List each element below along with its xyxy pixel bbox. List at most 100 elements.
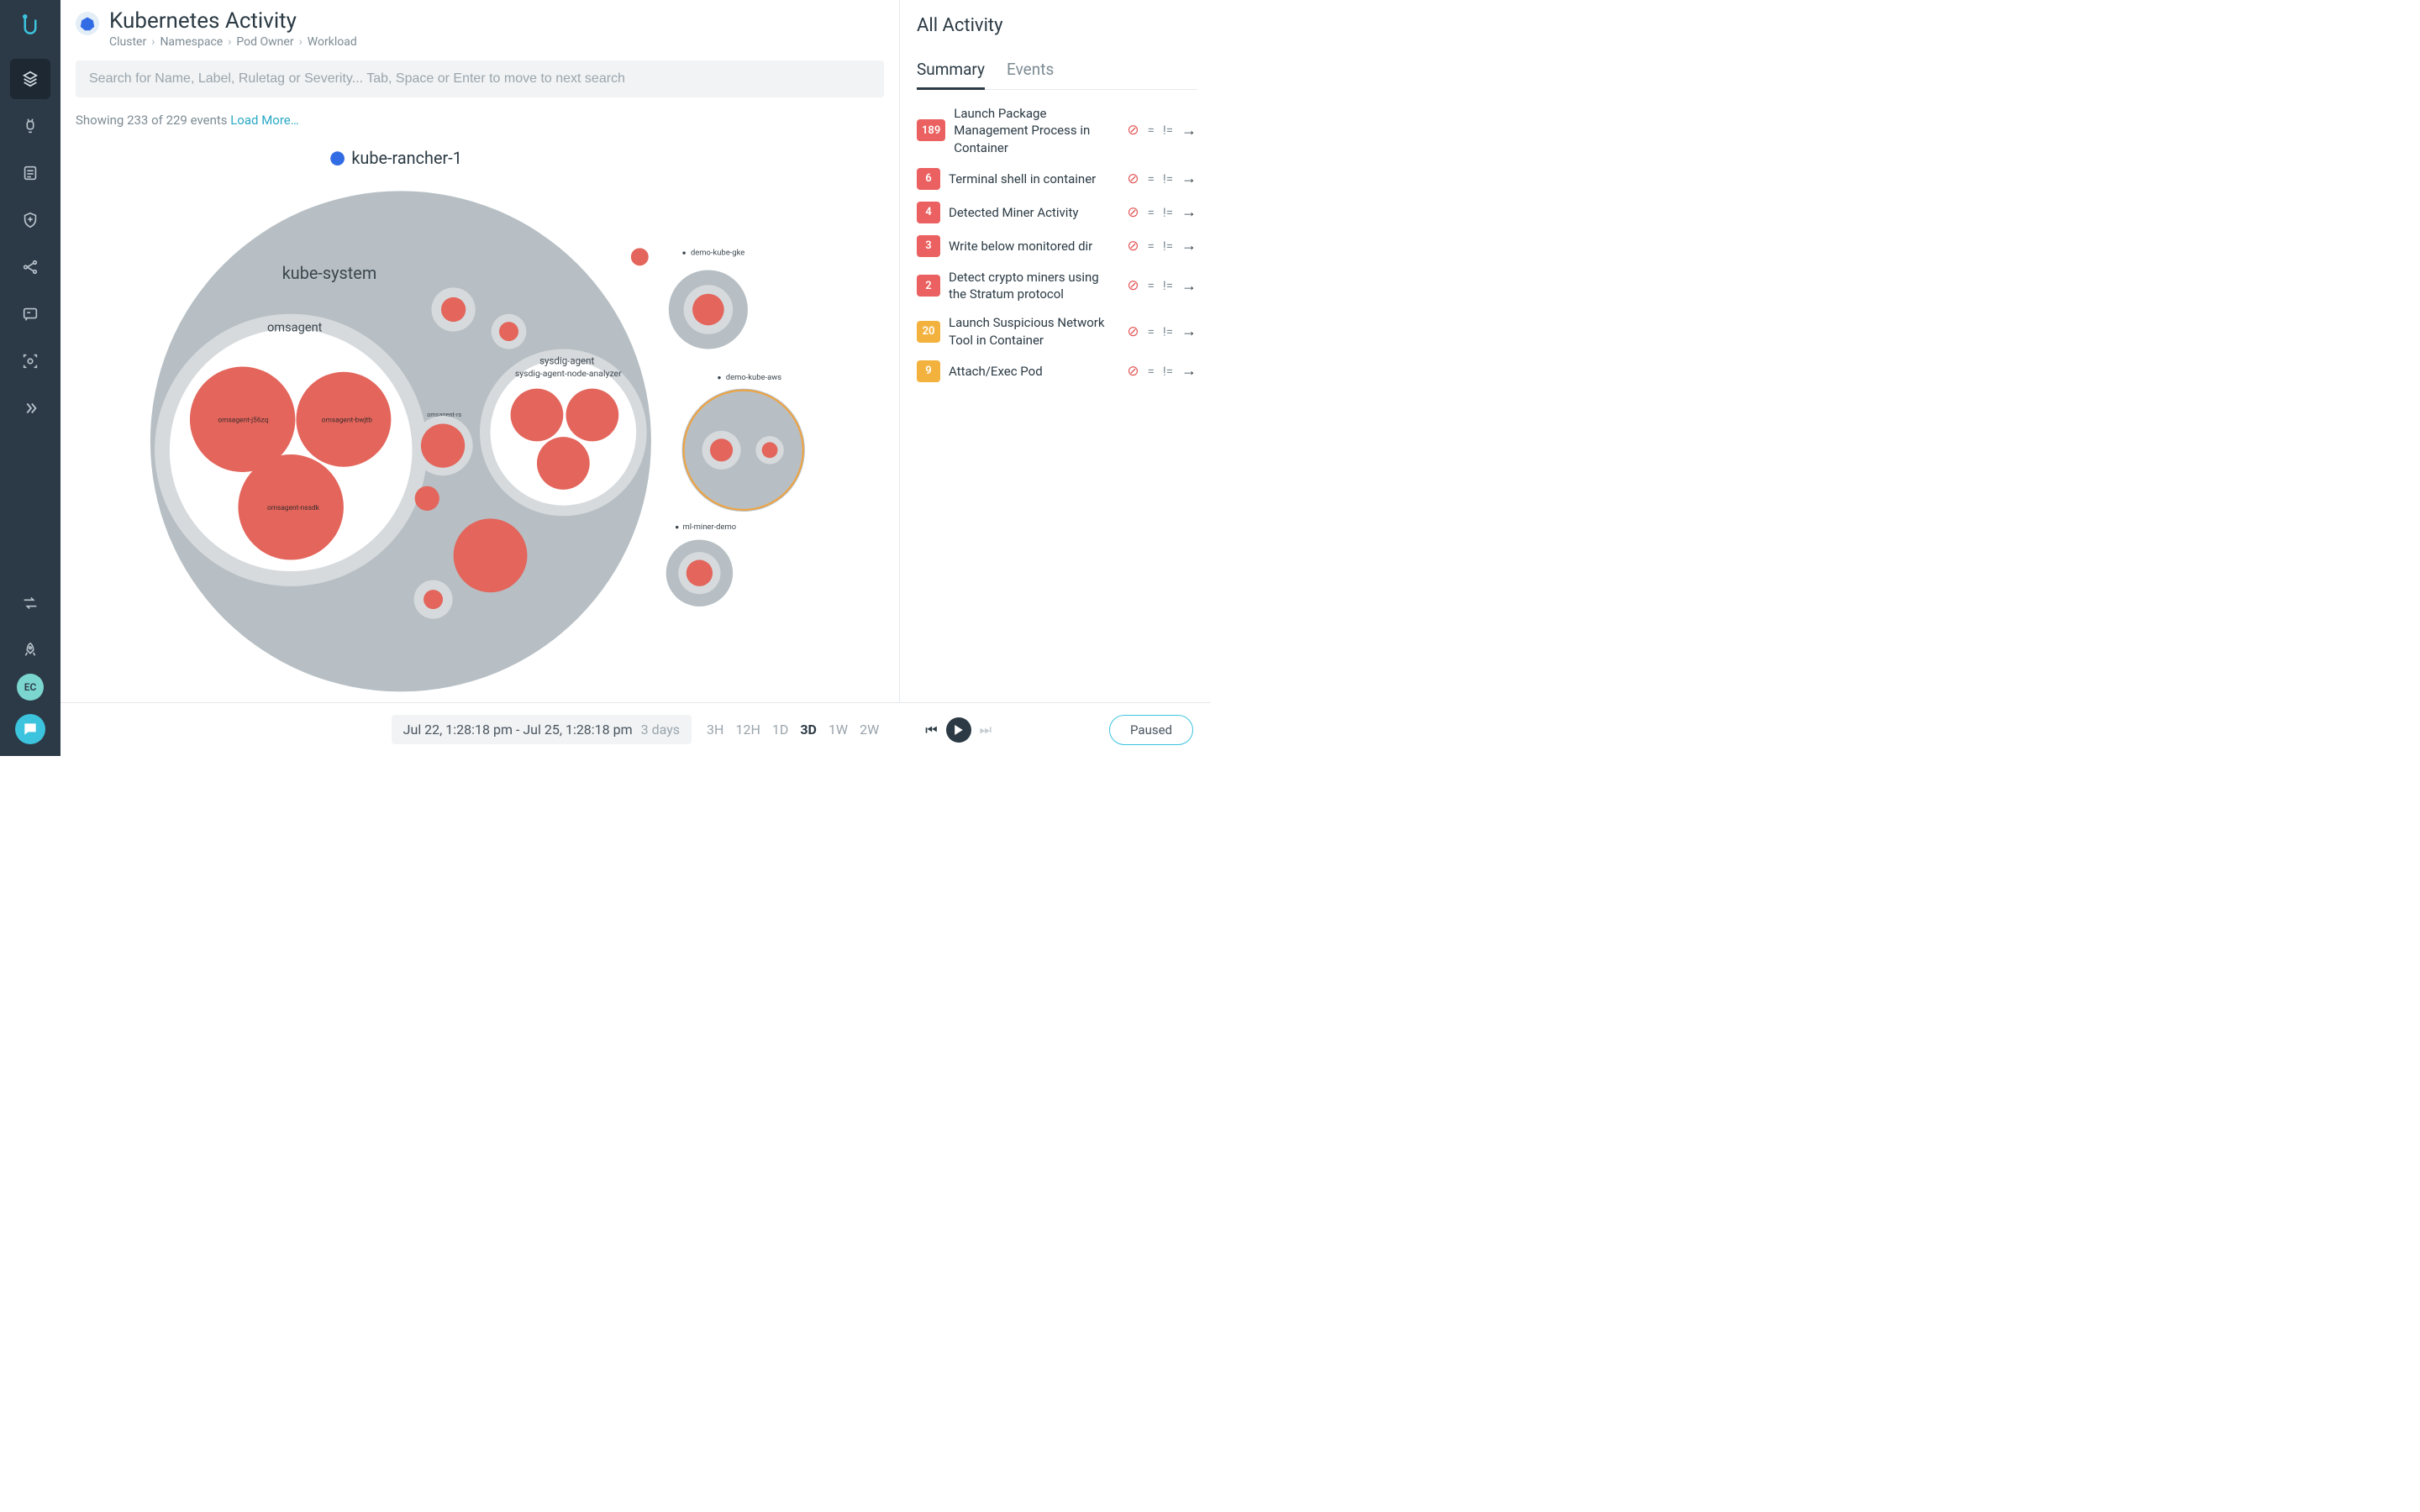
crumb-cluster[interactable]: Cluster [109, 35, 146, 49]
arrow-right-icon[interactable]: → [1181, 122, 1197, 139]
prohibit-icon[interactable]: ⊘ [1127, 323, 1139, 340]
activity-item[interactable]: 189Launch Package Management Process in … [917, 105, 1197, 156]
activity-label: Detect crypto miners using the Stratum p… [949, 269, 1118, 303]
not-equals-filter[interactable]: != [1163, 278, 1173, 293]
main-area: Kubernetes Activity Cluster › Namespace … [60, 0, 1210, 756]
equals-filter[interactable]: = [1148, 123, 1155, 138]
kubernetes-icon [76, 12, 99, 35]
activity-item[interactable]: 3Write below monitored dir⊘=!=→ [917, 235, 1197, 257]
crumb-namespace[interactable]: Namespace [160, 35, 223, 49]
viz-pod-b: omsagent-bwjtb [322, 416, 372, 424]
prohibit-icon[interactable]: ⊘ [1127, 277, 1139, 294]
range-option-3h[interactable]: 3H [707, 722, 723, 738]
prohibit-icon[interactable]: ⊘ [1127, 204, 1139, 221]
equals-filter[interactable]: = [1148, 364, 1155, 379]
arrow-right-icon[interactable]: → [1181, 170, 1197, 187]
chevron-right-icon: › [228, 35, 231, 49]
activity-label: Launch Package Management Process in Con… [954, 105, 1118, 156]
arrow-right-icon[interactable]: → [1181, 323, 1197, 340]
crumb-pod-owner[interactable]: Pod Owner [236, 35, 293, 49]
nav-policies[interactable] [10, 153, 50, 193]
search-input[interactable] [76, 60, 884, 97]
tab-events[interactable]: Events [1007, 60, 1054, 89]
nav-integrations[interactable] [10, 583, 50, 623]
arrow-right-icon[interactable]: → [1181, 277, 1197, 295]
chevron-right-icon: › [151, 35, 155, 49]
viz-demo-aws-label: demo-kube-aws [726, 373, 782, 382]
not-equals-filter[interactable]: != [1163, 123, 1173, 138]
equals-filter[interactable]: = [1148, 239, 1155, 254]
prohibit-icon[interactable]: ⊘ [1127, 171, 1139, 187]
svg-text:●: ● [675, 523, 679, 532]
viz-pod-c: omsagent-nssdk [267, 504, 320, 512]
load-more-link[interactable]: Load More… [230, 113, 299, 128]
equals-filter[interactable]: = [1148, 205, 1155, 220]
time-range-text: Jul 22, 1:28:18 pm - Jul 25, 1:28:18 pm [403, 722, 633, 738]
not-equals-filter[interactable]: != [1163, 239, 1173, 254]
breadcrumb: Cluster › Namespace › Pod Owner › Worklo… [109, 35, 357, 49]
nav-network[interactable] [10, 247, 50, 287]
center-column: Kubernetes Activity Cluster › Namespace … [60, 0, 899, 702]
nav-capture[interactable] [10, 341, 50, 381]
play-button[interactable] [946, 717, 971, 743]
nav-events[interactable] [10, 294, 50, 334]
activity-item[interactable]: 9 Attach/Exec Pod ⊘ = != → [917, 360, 1197, 382]
activity-panel: All Activity Summary Events 189Launch Pa… [899, 0, 1210, 702]
activity-item[interactable]: 2 Detect crypto miners using the Stratum … [917, 269, 1197, 303]
count-badge: 2 [917, 275, 940, 297]
page-title: Kubernetes Activity [109, 8, 357, 34]
left-sidebar: EC [0, 0, 60, 756]
count-badge: 20 [917, 321, 940, 343]
count-badge: 4 [917, 202, 940, 223]
cluster-visualization[interactable]: kube-rancher-1 kube-system omsagent omsa… [76, 128, 884, 702]
equals-filter[interactable]: = [1148, 171, 1155, 186]
viz-miner-label: ml-miner-demo [683, 522, 737, 532]
nav-insights[interactable] [10, 106, 50, 146]
arrow-right-icon[interactable]: → [1181, 203, 1197, 221]
skip-fwd-icon[interactable]: ⏭ [980, 722, 992, 738]
prohibit-icon[interactable]: ⊘ [1127, 238, 1139, 255]
panel-tabs: Summary Events [917, 60, 1197, 90]
equals-filter[interactable]: = [1148, 278, 1155, 293]
viz-kube-system-label: kube-system [282, 264, 377, 283]
equals-filter[interactable]: = [1148, 324, 1155, 339]
paused-button[interactable]: Paused [1109, 715, 1193, 745]
time-duration: 3 days [641, 722, 680, 738]
viz-sysdig2-label: sysdig-agent-node-analyzer [515, 368, 622, 379]
count-badge: 6 [917, 168, 940, 190]
count-badge: 3 [917, 235, 940, 257]
not-equals-filter[interactable]: != [1163, 364, 1173, 379]
activity-item[interactable]: 4 Detected Miner Activity ⊘ = != → [917, 202, 1197, 223]
user-avatar[interactable]: EC [17, 674, 44, 701]
range-option-3d[interactable]: 3D [800, 722, 817, 738]
tab-summary[interactable]: Summary [917, 60, 985, 90]
not-equals-filter[interactable]: != [1163, 324, 1173, 339]
prohibit-icon[interactable]: ⊘ [1127, 363, 1139, 380]
activity-label: Attach/Exec Pod [949, 363, 1118, 380]
activity-label: Detected Miner Activity [949, 204, 1118, 221]
viz-pod-a: omsagent-j56zq [218, 416, 268, 424]
chevron-right-icon: › [299, 35, 302, 49]
prohibit-icon[interactable]: ⊘ [1127, 122, 1139, 139]
activity-item[interactable]: 6Terminal shell in container⊘=!=→ [917, 168, 1197, 190]
not-equals-filter[interactable]: != [1163, 171, 1173, 186]
range-option-2w[interactable]: 2W [860, 722, 879, 738]
help-button[interactable] [15, 714, 45, 744]
activity-item[interactable]: 20Launch Suspicious Network Tool in Cont… [917, 314, 1197, 349]
nav-expand[interactable] [10, 388, 50, 428]
results-count: Showing 233 of 229 events [76, 113, 230, 128]
range-option-12h[interactable]: 12H [735, 722, 760, 738]
count-badge: 9 [917, 360, 940, 382]
time-range-box[interactable]: Jul 22, 1:28:18 pm - Jul 25, 1:28:18 pm … [392, 715, 692, 744]
crumb-workload[interactable]: Workload [308, 35, 357, 49]
skip-back-icon[interactable]: ⏮ [925, 722, 937, 738]
viz-demo-gke-label: demo-kube-gke [691, 249, 744, 258]
nav-security[interactable] [10, 200, 50, 240]
not-equals-filter[interactable]: != [1163, 205, 1173, 220]
nav-launch[interactable] [10, 630, 50, 670]
arrow-right-icon[interactable]: → [1181, 362, 1197, 380]
arrow-right-icon[interactable]: → [1181, 237, 1197, 255]
range-option-1d[interactable]: 1D [772, 722, 789, 738]
nav-activity[interactable] [10, 59, 50, 99]
range-option-1w[interactable]: 1W [829, 722, 848, 738]
